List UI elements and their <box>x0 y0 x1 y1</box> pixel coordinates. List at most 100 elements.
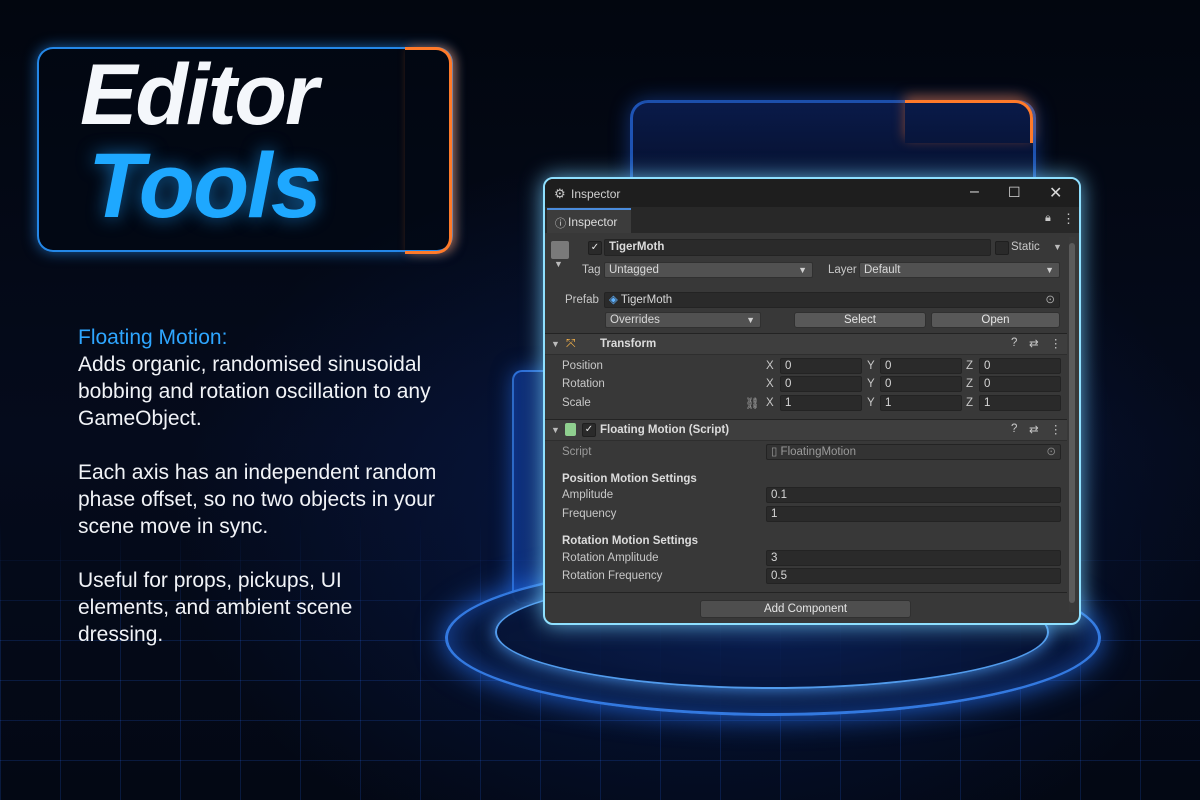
axis-z-label: Z <box>966 378 974 390</box>
script-field-value: FloatingMotion <box>780 446 856 458</box>
window-title: Inspector <box>571 187 621 201</box>
axis-x-label: X <box>766 378 774 390</box>
scrollbar-thumb[interactable] <box>1069 243 1075 603</box>
crate-lid-accent <box>905 100 1033 143</box>
scale-z-input[interactable]: 1 <box>979 395 1061 411</box>
foldout-arrow-icon[interactable]: ▼ <box>551 339 560 349</box>
description-heading: Floating Motion: <box>78 326 228 349</box>
position-label: Position <box>562 360 603 372</box>
inspector-window: ⚙ Inspector – ☐ ✕ ⓘ Inspector 🔒︎ ⋮ ▼ ✓ T… <box>543 177 1081 625</box>
rotation-frequency-input[interactable]: 0.5 <box>766 568 1061 584</box>
description-paragraph-1: Adds organic, randomised sinusoidal bobb… <box>78 353 431 430</box>
chevron-down-icon: ▼ <box>746 315 755 325</box>
component-menu-icon[interactable]: ⋮ <box>1050 336 1062 350</box>
axis-z-label: Z <box>966 360 974 372</box>
title-line-tools: Tools <box>88 135 322 237</box>
overrides-dropdown[interactable]: Overrides ▼ <box>605 312 761 328</box>
scale-x-input[interactable]: 1 <box>780 395 862 411</box>
rotation-frequency-label: Rotation Frequency <box>562 570 663 582</box>
transform-title: Transform <box>600 338 657 350</box>
amplitude-label: Amplitude <box>562 489 614 501</box>
title-frame-accent <box>405 47 452 254</box>
gameobject-cube-icon <box>551 241 569 259</box>
title-line-editor: Editor <box>80 47 318 143</box>
transform-icon: ⤧ <box>566 336 576 350</box>
scale-y-input[interactable]: 1 <box>880 395 962 411</box>
close-icon[interactable]: ✕ <box>1049 183 1062 203</box>
component-menu-icon[interactable]: ⋮ <box>1050 422 1062 436</box>
axis-x-label: X <box>766 397 774 409</box>
static-label: Static <box>1011 241 1040 253</box>
floating-motion-title: Floating Motion (Script) <box>600 424 730 436</box>
tab-inspector-label: Inspector <box>568 215 618 229</box>
amplitude-input[interactable]: 0.1 <box>766 487 1061 503</box>
rotation-y-input[interactable]: 0 <box>880 376 962 392</box>
rotation-z-input[interactable]: 0 <box>979 376 1061 392</box>
axis-x-label: X <box>766 360 774 372</box>
prefab-label: Prefab <box>565 294 599 306</box>
axis-y-label: Y <box>867 378 875 390</box>
info-icon: ⓘ <box>555 218 566 230</box>
prefab-field-value: TigerMoth <box>620 294 673 306</box>
rotation-label: Rotation <box>562 378 605 390</box>
help-icon[interactable]: ? <box>1011 337 1017 349</box>
chevron-down-icon: ▼ <box>798 265 807 275</box>
presets-icon[interactable]: ⇄ <box>1029 336 1039 350</box>
presets-icon[interactable]: ⇄ <box>1029 422 1039 436</box>
foldout-arrow-icon[interactable]: ▼ <box>551 425 560 435</box>
tab-row: ⓘ Inspector <box>545 207 1079 233</box>
inspector-window-icon: ⚙ <box>554 186 566 201</box>
component-enabled-checkbox[interactable]: ✓ <box>582 423 596 437</box>
frequency-input[interactable]: 1 <box>766 506 1061 522</box>
gameobject-name-input[interactable]: TigerMoth <box>604 239 991 256</box>
rotation-motion-settings-heading: Rotation Motion Settings <box>562 535 699 547</box>
prefab-icon: ◈ <box>609 294 618 306</box>
axis-y-label: Y <box>867 397 875 409</box>
static-checkbox[interactable] <box>995 241 1009 255</box>
position-x-input[interactable]: 0 <box>780 358 862 374</box>
constrain-proportions-icon[interactable]: ⛓ <box>745 396 760 410</box>
tab-inspector[interactable]: ⓘ Inspector <box>547 208 631 233</box>
kebab-menu-icon[interactable]: ⋮ <box>1062 211 1075 227</box>
add-component-button[interactable]: Add Component <box>700 600 911 618</box>
position-motion-settings-heading: Position Motion Settings <box>562 473 697 485</box>
select-button[interactable]: Select <box>794 312 926 328</box>
frequency-label: Frequency <box>562 508 617 520</box>
maximize-icon[interactable]: ☐ <box>1008 184 1021 201</box>
position-z-input[interactable]: 0 <box>979 358 1061 374</box>
scrollbar[interactable] <box>1069 237 1075 612</box>
window-titlebar[interactable]: ⚙ Inspector – ☐ ✕ <box>545 179 1079 207</box>
rotation-amplitude-label: Rotation Amplitude <box>562 552 659 564</box>
layer-dropdown[interactable]: Default ▼ <box>859 262 1060 278</box>
description-paragraph-2: Each axis has an independent random phas… <box>78 461 437 538</box>
script-file-icon: ▯ <box>771 446 778 458</box>
description-block: Floating Motion: Adds organic, randomise… <box>78 324 438 675</box>
tag-dropdown[interactable]: Untagged ▼ <box>604 262 813 278</box>
icon-dropdown-icon[interactable]: ▼ <box>554 259 563 269</box>
minimize-icon[interactable]: – <box>970 183 979 201</box>
floating-motion-header[interactable]: ▼ ✓ Floating Motion (Script) ? ⇄ ⋮ <box>545 419 1067 441</box>
open-button[interactable]: Open <box>931 312 1060 328</box>
rotation-x-input[interactable]: 0 <box>780 376 862 392</box>
chevron-down-icon: ▼ <box>1045 265 1054 275</box>
position-y-input[interactable]: 0 <box>880 358 962 374</box>
prefab-field[interactable]: ◈ TigerMoth ⊙ <box>604 292 1060 308</box>
layer-label: Layer <box>828 264 857 276</box>
active-checkbox[interactable]: ✓ <box>588 241 602 255</box>
axis-z-label: Z <box>966 397 974 409</box>
tag-dropdown-value: Untagged <box>609 264 659 276</box>
tag-label: Tag <box>582 264 601 276</box>
object-picker-icon[interactable]: ⊙ <box>1045 293 1055 307</box>
scale-label: Scale <box>562 397 591 409</box>
section-divider <box>545 592 1067 593</box>
script-label: Script <box>562 446 592 458</box>
static-dropdown-icon[interactable]: ▼ <box>1053 242 1062 252</box>
help-icon[interactable]: ? <box>1011 423 1017 435</box>
layer-dropdown-value: Default <box>864 264 901 276</box>
lock-icon[interactable]: 🔒︎ <box>1045 212 1051 225</box>
script-field: ▯ FloatingMotion ⊙ <box>766 444 1061 460</box>
transform-header[interactable]: ▼ ⤧ Transform ? ⇄ ⋮ <box>545 333 1067 355</box>
axis-y-label: Y <box>867 360 875 372</box>
rotation-amplitude-input[interactable]: 3 <box>766 550 1061 566</box>
description-paragraph-3: Useful for props, pickups, UI elements, … <box>78 569 353 646</box>
